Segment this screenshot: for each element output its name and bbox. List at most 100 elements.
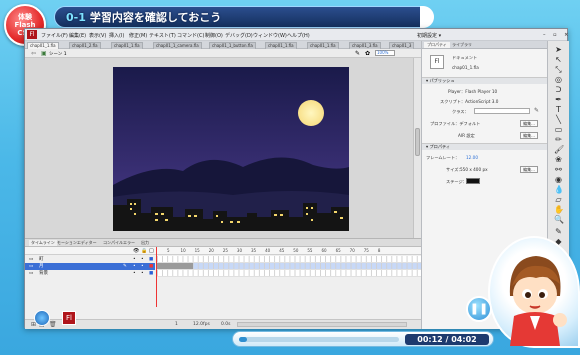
progress-track[interactable] [239,337,399,342]
menu-file[interactable]: ファイル(F) [41,32,68,39]
frame-row[interactable] [157,256,421,263]
profile-edit-button[interactable]: 編集... [520,120,538,127]
doc-tab[interactable]: chap01_1.fla [265,42,297,49]
pencil-tool-icon[interactable]: ✏ [554,135,563,144]
layer-row-background[interactable]: ▭ 背景 • • ■ [25,270,155,277]
stage-canvas[interactable] [113,67,349,231]
eye-icon[interactable]: 👁 [133,248,139,254]
outline-square-icon[interactable]: ■ [149,256,153,263]
tab-timeline[interactable]: タイムライン [29,240,57,246]
doc-tab[interactable]: chap01_1_camera.fla [153,42,202,49]
menu-help[interactable]: ヘルプ(H) [287,32,310,39]
doc-tab[interactable]: chap01_1.fla [111,42,143,49]
doc-tab[interactable]: chap01_3.fla [349,42,381,49]
tab-properties[interactable]: プロパティ [424,42,450,48]
menu-debug[interactable]: デバッグ(D) [225,32,253,39]
lock-icon[interactable]: 🔒 [141,248,147,254]
playhead[interactable] [156,247,157,307]
eraser-tool-icon[interactable]: ▱ [554,195,563,204]
lock-dot[interactable]: • [141,263,144,270]
menu-edit[interactable]: 編集(E) [69,32,86,39]
layer-row-town[interactable]: ▭ 町 • • ■ [25,256,155,263]
pencil-edit-icon[interactable]: ✎ [534,107,539,114]
script-version: スクリプト：ActionScript 3.0 [440,99,499,104]
menu-commands[interactable]: コマンド(C) [177,32,204,39]
fps-value[interactable]: 12.00 [466,155,478,160]
menu-modify[interactable]: 修正(M) [129,32,147,39]
doc-tab[interactable]: chap01_1.fla [27,42,59,49]
air-label: AIR 設定 [458,133,475,138]
player-version: Player：Flash Player 10 [448,89,498,94]
visibility-dot[interactable]: • [133,256,136,263]
menu-control[interactable]: 制御(O) [205,32,223,39]
zoom-select[interactable]: 100% [375,50,395,56]
bone-tool-icon[interactable]: ⚯ [554,165,563,174]
free-transform-icon[interactable]: ⤡ [554,65,563,74]
edit-symbol-icon[interactable]: ✿ [365,50,370,57]
menu-window[interactable]: ウィンドウ(W) [253,32,287,39]
lasso-tool-icon[interactable]: ᑐ [554,85,563,94]
outline-square-icon[interactable]: ■ [149,270,153,277]
zoom-tool-icon[interactable]: 🔍 [554,215,564,224]
visibility-dot[interactable]: • [133,263,136,270]
paint-bucket-icon[interactable]: ◉ [554,175,563,184]
menu-insert[interactable]: 挿入(I) [109,32,124,39]
brush-tool-icon[interactable]: 🖌 [554,145,564,154]
publish-section-header[interactable]: ▾ パブリッシュ [422,77,547,84]
scrollbar-thumb[interactable] [415,128,420,156]
layer-row-moon[interactable]: ▭ 月 ✎ • • ■ [25,263,155,270]
workspace-switcher[interactable]: 初期設定 ▾ [417,32,441,39]
frame-row-selected[interactable] [157,263,421,270]
doc-tab[interactable]: chap01_1.fla [307,42,339,49]
deco-tool-icon[interactable]: ❀ [554,155,563,164]
rectangle-tool-icon[interactable]: ▭ [554,125,563,134]
eyedropper-icon[interactable]: 💧 [554,185,564,194]
tab-motion-editor[interactable]: モーションエディター [57,240,97,246]
keyframe-span[interactable] [157,263,193,269]
air-edit-button[interactable]: 編集... [520,132,538,139]
stroke-color-icon[interactable]: ✎ [554,227,563,236]
text-tool-icon[interactable]: T [554,105,563,114]
visibility-dot[interactable]: • [133,270,136,277]
pause-button[interactable]: ❚❚ [466,296,492,322]
3d-rotation-icon[interactable]: ◎ [554,75,563,84]
doc-tab[interactable]: chap01_3 [389,42,415,49]
window-controls[interactable]: – ▫ × [543,32,571,38]
class-input[interactable] [474,108,530,114]
lock-dot[interactable]: • [141,256,144,263]
edit-scene-icon[interactable]: ✎ [355,50,360,57]
flash-taskbar-icon[interactable]: Fl [62,311,76,325]
layer-name: 背景 [39,271,48,276]
menu-text[interactable]: テキスト(T) [149,32,176,39]
timeline-footer: ⊞ ▤ 🗑 1 12.0fps 0.0s [25,319,421,329]
tab-library[interactable]: ライブラリ [452,42,472,48]
moon [298,100,324,126]
outline-square-icon[interactable]: ■ [149,263,153,270]
doc-tab[interactable]: chap01_1_button.fla [209,42,256,49]
pen-tool-icon[interactable]: ✒ [554,95,563,104]
line-tool-icon[interactable]: ╲ [554,115,563,124]
tab-compiler-errors[interactable]: コンパイルエラー [103,240,135,246]
tab-output[interactable]: 出力 [141,240,149,246]
menu-view[interactable]: 表示(V) [89,32,106,39]
back-arrow-icon[interactable]: ⇦ [31,50,36,57]
outline-icon[interactable]: □ [149,248,154,254]
layer-icon: ▭ [29,257,34,262]
doc-tab[interactable]: chap01_2.fla [69,42,101,49]
profile-label: プロファイル：デフォルト [430,121,481,126]
stage-vertical-scrollbar[interactable] [413,58,421,238]
fla-document-icon: Fl [430,55,444,69]
size-edit-button[interactable]: 編集... [520,166,538,173]
subselection-tool-icon[interactable]: ↖ [554,55,563,64]
selection-tool-icon[interactable]: ➤ [554,45,563,54]
taskbar: Fl [24,308,84,328]
timeline-horizontal-scrollbar[interactable] [237,322,407,327]
hand-tool-icon[interactable]: ✋ [554,205,564,214]
properties-section-header[interactable]: ▾ プロパティ [422,143,547,150]
stage-color-swatch[interactable] [466,178,480,184]
title-bar-end [420,6,434,28]
windows-start-icon[interactable] [34,310,50,326]
frame-row[interactable] [157,270,421,277]
publish-section-title: パブリッシュ [429,78,455,83]
lock-dot[interactable]: • [141,270,144,277]
